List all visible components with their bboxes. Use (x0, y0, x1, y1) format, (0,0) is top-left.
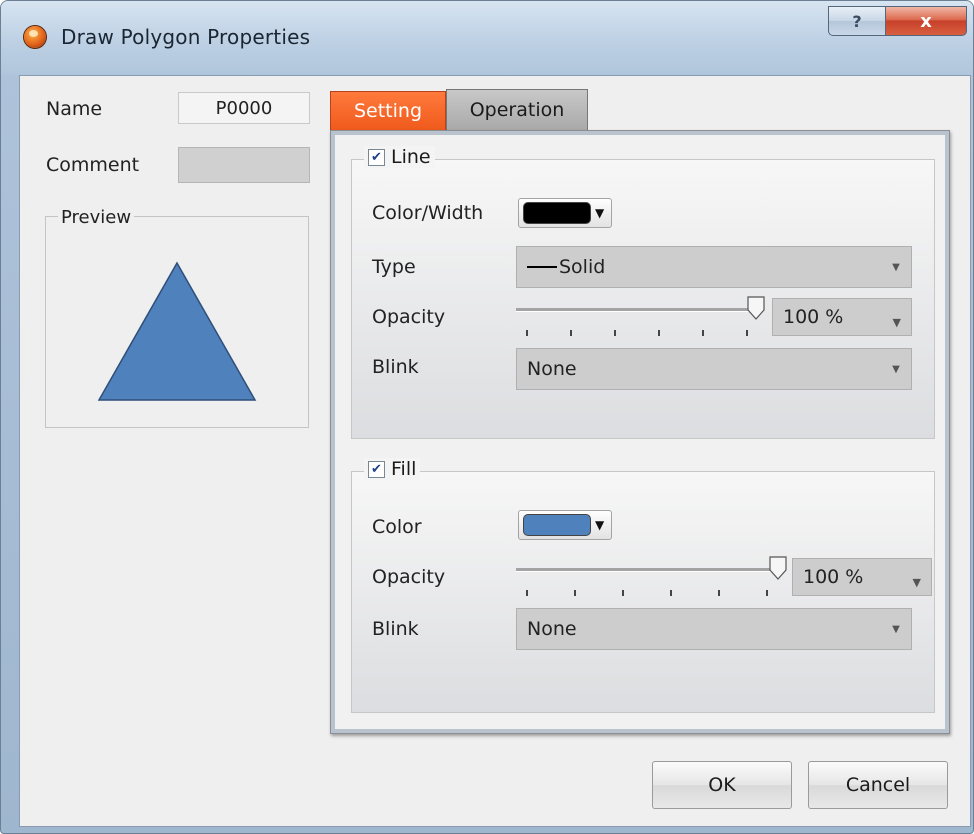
line-type-select[interactable]: Solid ▼ (516, 246, 912, 288)
setting-panel-body: ✔ Line Color/Width ▼ Type Solid ▼ Opacit… (335, 135, 945, 729)
fill-blink-select[interactable]: None ▼ (516, 608, 912, 650)
checkmark-icon: ✔ (371, 461, 382, 477)
line-blink-select[interactable]: None ▼ (516, 348, 912, 390)
fill-opacity-spinbox[interactable]: 100 % ▼ (792, 558, 932, 596)
fill-opacity-value: 100 % (803, 566, 864, 588)
comment-label: Comment (46, 154, 140, 176)
help-icon: ? (852, 11, 862, 31)
slider-tick (526, 590, 528, 596)
chevron-down-icon: ▼ (912, 576, 921, 589)
fill-blink-label: Blink (372, 618, 419, 640)
line-color-swatch (523, 202, 591, 224)
preview-group: Preview (45, 207, 309, 428)
chevron-down-icon: ▼ (892, 261, 900, 273)
line-opacity-slider-track[interactable] (516, 308, 756, 312)
name-label: Name (46, 98, 103, 120)
ok-button[interactable]: OK (652, 761, 792, 809)
window-title: Draw Polygon Properties (61, 25, 311, 49)
slider-tick (574, 590, 576, 596)
slider-tick (622, 590, 624, 596)
fill-legend-label: Fill (391, 458, 417, 480)
line-opacity-spinbox[interactable]: 100 % ▼ (772, 298, 912, 336)
line-type-value: Solid (559, 256, 606, 278)
line-legend: ✔ Line (364, 146, 435, 168)
chevron-down-icon: ▼ (595, 518, 605, 532)
line-group: ✔ Line Color/Width ▼ Type Solid ▼ Opacit… (351, 146, 935, 439)
line-blink-value: None (527, 358, 577, 380)
slider-tick (702, 330, 704, 336)
fill-opacity-slider-thumb[interactable] (769, 556, 787, 580)
chevron-down-icon: ▼ (595, 206, 605, 220)
tab-operation-label: Operation (469, 99, 565, 121)
fill-color-picker[interactable]: ▼ (518, 510, 612, 540)
preview-polygon (97, 261, 257, 401)
line-opacity-label: Opacity (372, 306, 446, 328)
line-checkbox[interactable]: ✔ (368, 148, 385, 166)
slider-tick (614, 330, 616, 336)
line-legend-label: Line (391, 146, 431, 168)
ok-button-label: OK (708, 774, 736, 796)
tab-setting[interactable]: Setting (330, 91, 446, 131)
chevron-down-icon: ▼ (892, 623, 900, 635)
slider-tick (658, 330, 660, 336)
app-icon (24, 26, 46, 48)
tab-setting-label: Setting (353, 100, 423, 122)
close-icon: x (920, 10, 932, 32)
slider-tick (746, 330, 748, 336)
fill-legend: ✔ Fill (364, 458, 421, 480)
fill-color-swatch (523, 514, 591, 536)
line-color-width-label: Color/Width (372, 202, 484, 224)
checkmark-icon: ✔ (371, 149, 382, 165)
slider-tick (570, 330, 572, 336)
chevron-down-icon: ▼ (892, 363, 900, 375)
tab-operation[interactable]: Operation (446, 89, 588, 131)
cancel-button[interactable]: Cancel (808, 761, 948, 809)
fill-color-label: Color (372, 516, 422, 538)
slider-tick (670, 590, 672, 596)
preview-canvas (97, 261, 257, 401)
line-opacity-slider-thumb[interactable] (747, 296, 765, 320)
fill-opacity-label: Opacity (372, 566, 446, 588)
cancel-button-label: Cancel (845, 774, 911, 796)
title-bar[interactable]: Draw Polygon Properties ? x (1, 1, 973, 75)
fill-checkbox[interactable]: ✔ (368, 460, 385, 478)
solid-line-icon (527, 266, 557, 268)
fill-group: ✔ Fill Color ▼ Opacity 100 % ▼ Blink Non… (351, 458, 935, 713)
comment-field[interactable] (178, 147, 310, 183)
slider-tick (718, 590, 720, 596)
line-blink-label: Blink (372, 356, 419, 378)
close-button[interactable]: x (885, 6, 967, 36)
dialog-client-area: Name P0000 Comment Preview Setting Opera… (19, 75, 971, 827)
fill-blink-value: None (527, 618, 577, 640)
chevron-down-icon: ▼ (892, 316, 901, 329)
line-opacity-value: 100 % (783, 306, 844, 328)
fill-opacity-slider-track[interactable] (516, 568, 778, 572)
slider-tick (526, 330, 528, 336)
slider-tick (766, 590, 768, 596)
help-button[interactable]: ? (828, 6, 886, 36)
line-type-label: Type (372, 256, 416, 278)
dialog-window: Draw Polygon Properties ? x Name P0000 C… (0, 0, 974, 834)
name-field[interactable]: P0000 (178, 92, 310, 124)
line-color-picker[interactable]: ▼ (518, 198, 612, 228)
setting-tab-panel: ✔ Line Color/Width ▼ Type Solid ▼ Opacit… (330, 130, 950, 734)
